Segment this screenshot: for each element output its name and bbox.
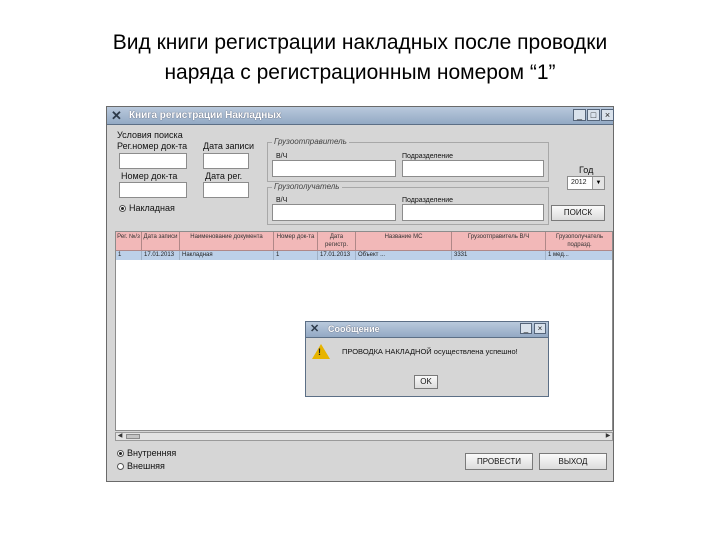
doc-number-label: Номер док-та [121,171,178,181]
window-title: Книга регистрации Накладных [129,110,282,121]
table-cell: 1 [274,251,318,260]
scroll-left-icon[interactable]: ◀ [116,433,124,440]
x-app-icon: ✕ [111,108,122,123]
minimize-button[interactable]: _ [573,109,586,121]
scroll-thumb[interactable] [126,434,140,439]
record-date-label: Дата записи [203,141,254,151]
horizontal-scrollbar[interactable]: ◀ ▶ [115,432,613,441]
external-radio[interactable] [117,463,124,470]
doc-number-input[interactable] [119,182,187,198]
column-header[interactable]: Название МС [356,232,452,251]
close-button[interactable]: × [601,109,614,121]
receiver-division-input[interactable] [402,204,544,221]
dialog-titlebar[interactable]: ✕ Сообщение _ × [306,322,548,338]
reg-date-input[interactable] [203,182,249,198]
slide-title: Вид книги регистрации накладных после пр… [0,28,720,88]
receiver-group-label: Грузополучатель [272,182,342,192]
column-header[interactable]: Рег. №/з [116,232,142,251]
scroll-right-icon[interactable]: ▶ [604,433,612,440]
window-titlebar[interactable]: ✕ Книга регистрации Накладных _ □ × [107,107,614,125]
warning-mark: ! [318,347,321,357]
sender-division-input[interactable] [402,160,544,177]
search-button[interactable]: ПОИСК [551,205,605,221]
table-cell: 17.01.2013 [318,251,356,260]
receiver-vch-input[interactable] [272,204,396,221]
dialog-title: Сообщение [328,324,380,334]
invoice-radio-label: Накладная [129,203,175,213]
column-header[interactable]: Грузополучатель подразд. [546,232,612,251]
external-radio-label: Внешняя [127,461,165,471]
ok-button[interactable]: OK [414,375,438,389]
sender-group: Грузоотправитель В/Ч Подразделение [267,137,549,182]
table-cell: 3331 [452,251,546,260]
column-header[interactable]: Дата регистр. [318,232,356,251]
table-cell: Объект ... [356,251,452,260]
year-value: 2012 [571,179,587,186]
column-header[interactable]: Номер док-та [274,232,318,251]
search-conditions-label: Условия поиска [117,130,183,140]
table-cell: 1 [116,251,142,260]
exit-button[interactable]: ВЫХОД [539,453,607,470]
slide-title-line-1: Вид книги регистрации накладных после пр… [112,31,608,54]
column-header[interactable]: Грузоотправитель В/Ч [452,232,546,251]
post-button[interactable]: ПРОВЕСТИ [465,453,533,470]
slide-title-line-2: наряда с регистрационным номером “1” [164,61,556,84]
table-cell: 1 мед... [546,251,612,260]
sender-vch-input[interactable] [272,160,396,177]
x-app-icon: ✕ [310,323,320,335]
receiver-group: Грузополучатель В/Ч Подразделение [267,182,549,225]
invoice-radio[interactable] [119,205,126,212]
dialog-minimize-button[interactable]: _ [520,323,532,334]
year-label: Год [579,165,594,175]
record-date-input[interactable] [203,153,249,169]
internal-radio-label: Внутренняя [127,448,177,458]
dialog-message: ПРОВОДКА НАКЛАДНОЙ осуществлена успешно! [342,347,518,356]
maximize-button[interactable]: □ [587,109,600,121]
dialog-close-button[interactable]: × [534,323,546,334]
table-cell: 17.01.2013 [142,251,180,260]
table-cell: Накладная [180,251,274,260]
column-header[interactable]: Дата записи [142,232,180,251]
registry-window: ✕ Книга регистрации Накладных _ □ × Усло… [106,106,614,482]
warning-icon [312,344,330,359]
reg-number-input[interactable] [119,153,187,169]
message-dialog: ✕ Сообщение _ × ! ПРОВОДКА НАКЛАДНОЙ осу… [305,321,549,397]
column-header[interactable]: Наименование документа [180,232,274,251]
year-select[interactable]: 2012 ▼ [567,176,605,190]
chevron-down-icon[interactable]: ▼ [592,177,604,189]
sender-group-label: Грузоотправитель [272,137,349,147]
reg-date-label: Дата рег. [205,171,243,181]
internal-radio[interactable] [117,450,124,457]
reg-number-label: Рег.номер док-та [117,141,188,151]
